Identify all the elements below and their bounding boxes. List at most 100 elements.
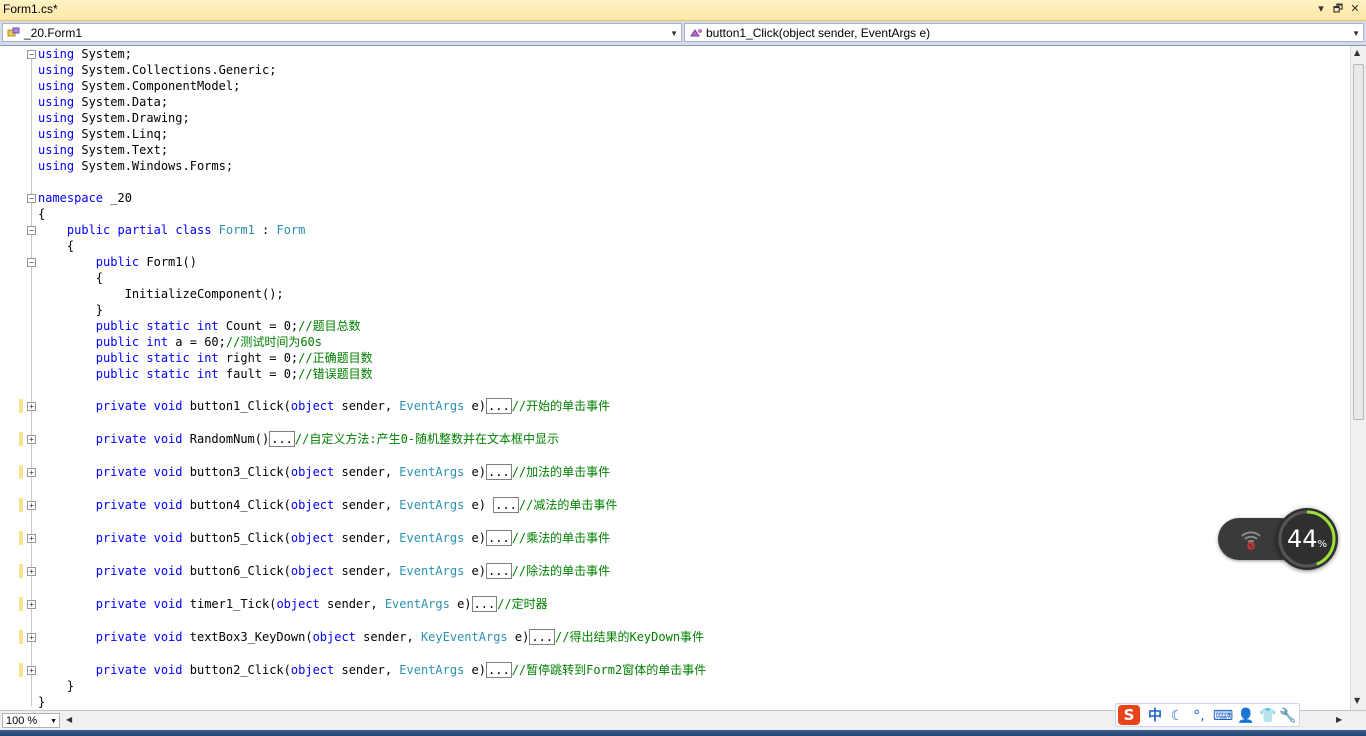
code-line[interactable]: public static int fault = 0;//错误题目数 bbox=[38, 366, 373, 382]
collapsed-region-button[interactable]: ... bbox=[493, 497, 519, 513]
moon-icon[interactable]: ☾ bbox=[1168, 707, 1186, 725]
taskbar bbox=[0, 730, 1366, 736]
chevron-down-icon[interactable]: ▼ bbox=[50, 714, 57, 729]
user-icon[interactable]: 👤 bbox=[1236, 707, 1256, 725]
code-line[interactable]: using System.Collections.Generic; bbox=[38, 62, 276, 78]
collapsed-region-button[interactable]: ... bbox=[529, 629, 556, 645]
sogou-logo-icon[interactable]: S bbox=[1118, 705, 1140, 725]
code-line[interactable]: using System.Drawing; bbox=[38, 110, 190, 126]
code-line[interactable]: public static int Count = 0;//题目总数 bbox=[38, 318, 361, 334]
punctuation-icon[interactable]: °, bbox=[1190, 707, 1208, 725]
code-token: using bbox=[38, 47, 75, 61]
expand-icon[interactable]: + bbox=[27, 600, 36, 609]
code-line[interactable]: using System.Data; bbox=[38, 94, 168, 110]
collapse-icon[interactable]: − bbox=[27, 258, 36, 267]
collapse-icon[interactable]: − bbox=[27, 226, 36, 235]
code-line[interactable]: using System.Linq; bbox=[38, 126, 168, 142]
code-token: e) bbox=[507, 630, 530, 644]
expand-icon[interactable]: + bbox=[27, 402, 36, 411]
collapsed-region-button[interactable]: ... bbox=[486, 530, 512, 546]
scroll-right-icon[interactable]: ▶ bbox=[1336, 715, 1342, 724]
collapsed-region-button[interactable]: ... bbox=[486, 662, 512, 678]
expand-icon[interactable]: + bbox=[27, 633, 36, 642]
code-line[interactable]: { bbox=[38, 238, 74, 254]
expand-icon[interactable]: + bbox=[27, 534, 36, 543]
chevron-down-icon[interactable]: ▼ bbox=[670, 24, 678, 43]
keyboard-icon[interactable]: ⌨ bbox=[1212, 707, 1234, 725]
expand-icon[interactable]: + bbox=[27, 435, 36, 444]
code-line[interactable]: } bbox=[38, 694, 45, 710]
scrollbar-thumb[interactable] bbox=[1353, 64, 1364, 420]
cpu-usage-gauge[interactable]: 44% bbox=[1276, 508, 1338, 570]
collapsed-region-button[interactable]: ... bbox=[486, 464, 512, 480]
code-line[interactable]: } bbox=[38, 678, 74, 694]
code-line[interactable]: public static int right = 0;//正确题目数 bbox=[38, 350, 373, 366]
code-line[interactable]: { bbox=[38, 270, 103, 286]
code-line[interactable]: using System.ComponentModel; bbox=[38, 78, 240, 94]
zoom-combo[interactable]: 100 % ▼ bbox=[2, 713, 60, 728]
scroll-left-icon[interactable]: ◀ bbox=[66, 715, 72, 724]
expand-icon[interactable]: + bbox=[27, 501, 36, 510]
code-line[interactable]: public Form1() bbox=[38, 254, 197, 270]
code-line[interactable]: using System.Windows.Forms; bbox=[38, 158, 233, 174]
method-line[interactable]: private void button4_Click(object sender… bbox=[38, 497, 617, 513]
code-token: class bbox=[175, 223, 212, 237]
expand-icon[interactable]: + bbox=[27, 468, 36, 477]
change-marker bbox=[19, 630, 23, 644]
code-token: Form bbox=[276, 223, 306, 237]
expand-icon[interactable]: + bbox=[27, 567, 36, 576]
change-marker bbox=[19, 432, 23, 446]
code-line[interactable]: { bbox=[38, 206, 45, 222]
expand-icon[interactable]: + bbox=[27, 666, 36, 675]
scroll-down-icon[interactable]: ▼ bbox=[1354, 696, 1360, 705]
code-token: //错误题目数 bbox=[298, 367, 373, 381]
collapsed-region-button[interactable]: ... bbox=[269, 431, 295, 447]
code-line[interactable]: } bbox=[38, 302, 103, 318]
code-token: using bbox=[38, 111, 75, 125]
vertical-scrollbar[interactable]: ▲ ▼ bbox=[1350, 46, 1366, 710]
close-icon[interactable]: ✕ bbox=[1348, 2, 1362, 16]
collapsed-region-button[interactable]: ... bbox=[486, 398, 512, 414]
code-token: e) bbox=[464, 564, 486, 578]
collapsed-region-button[interactable]: ... bbox=[471, 596, 498, 612]
ime-toolbar[interactable]: S 中 ☾ °, ⌨ 👤 👕 🔧 bbox=[1115, 703, 1300, 727]
code-line[interactable]: using System.Text; bbox=[38, 142, 168, 158]
code-line[interactable]: namespace _20 bbox=[38, 190, 132, 206]
ime-mode-chinese[interactable]: 中 bbox=[1146, 707, 1164, 725]
method-line[interactable]: private void button3_Click(object sender… bbox=[38, 464, 610, 480]
method-line[interactable]: private void button5_Click(object sender… bbox=[38, 530, 610, 546]
document-tab-title[interactable]: Form1.cs* bbox=[3, 2, 58, 16]
code-line[interactable]: using System; bbox=[38, 46, 132, 62]
collapse-icon[interactable]: − bbox=[27, 194, 36, 203]
code-token: private bbox=[95, 531, 147, 545]
chevron-down-icon[interactable]: ▼ bbox=[1352, 24, 1360, 43]
restore-icon[interactable]: 🗗 bbox=[1331, 2, 1345, 16]
method-line[interactable]: private void textBox3_KeyDown(object sen… bbox=[38, 629, 704, 645]
code-token: e) bbox=[464, 663, 486, 677]
members-combo[interactable]: button1_Click(object sender, EventArgs e… bbox=[684, 23, 1364, 42]
code-line[interactable]: public int a = 60;//测试时间为60s bbox=[38, 334, 322, 350]
code-line[interactable]: InitializeComponent(); bbox=[38, 286, 284, 302]
method-line[interactable]: private void button6_Click(object sender… bbox=[38, 563, 610, 579]
code-token: //自定义方法:产生0-随机整数并在文本框中显示 bbox=[294, 432, 560, 446]
method-line[interactable]: private void RandomNum()...//自定义方法:产生0-随… bbox=[38, 431, 559, 447]
method-line[interactable]: private void timer1_Tick(object sender, … bbox=[38, 596, 548, 612]
code-token: //题目总数 bbox=[298, 319, 361, 333]
skin-icon[interactable]: 👕 bbox=[1258, 707, 1278, 725]
code-token: right = 0; bbox=[218, 351, 299, 365]
wrench-icon[interactable]: 🔧 bbox=[1279, 707, 1297, 725]
code-token: object bbox=[276, 597, 320, 611]
types-combo[interactable]: _20.Form1 ▼ bbox=[2, 23, 682, 42]
scroll-up-icon[interactable]: ▲ bbox=[1354, 48, 1360, 57]
code-editor[interactable]: using System; using System.Collections.Ge… bbox=[0, 46, 1350, 710]
code-line[interactable]: public partial class Form1 : Form bbox=[38, 222, 305, 238]
collapsed-region-button[interactable]: ... bbox=[486, 563, 512, 579]
method-line[interactable]: private void button2_Click(object sender… bbox=[38, 662, 706, 678]
tab-dropdown-icon[interactable]: ▾ bbox=[1314, 2, 1328, 16]
collapse-icon[interactable]: − bbox=[27, 50, 36, 59]
code-token: fault = 0; bbox=[218, 367, 299, 381]
method-line[interactable]: private void button1_Click(object sender… bbox=[38, 398, 610, 414]
